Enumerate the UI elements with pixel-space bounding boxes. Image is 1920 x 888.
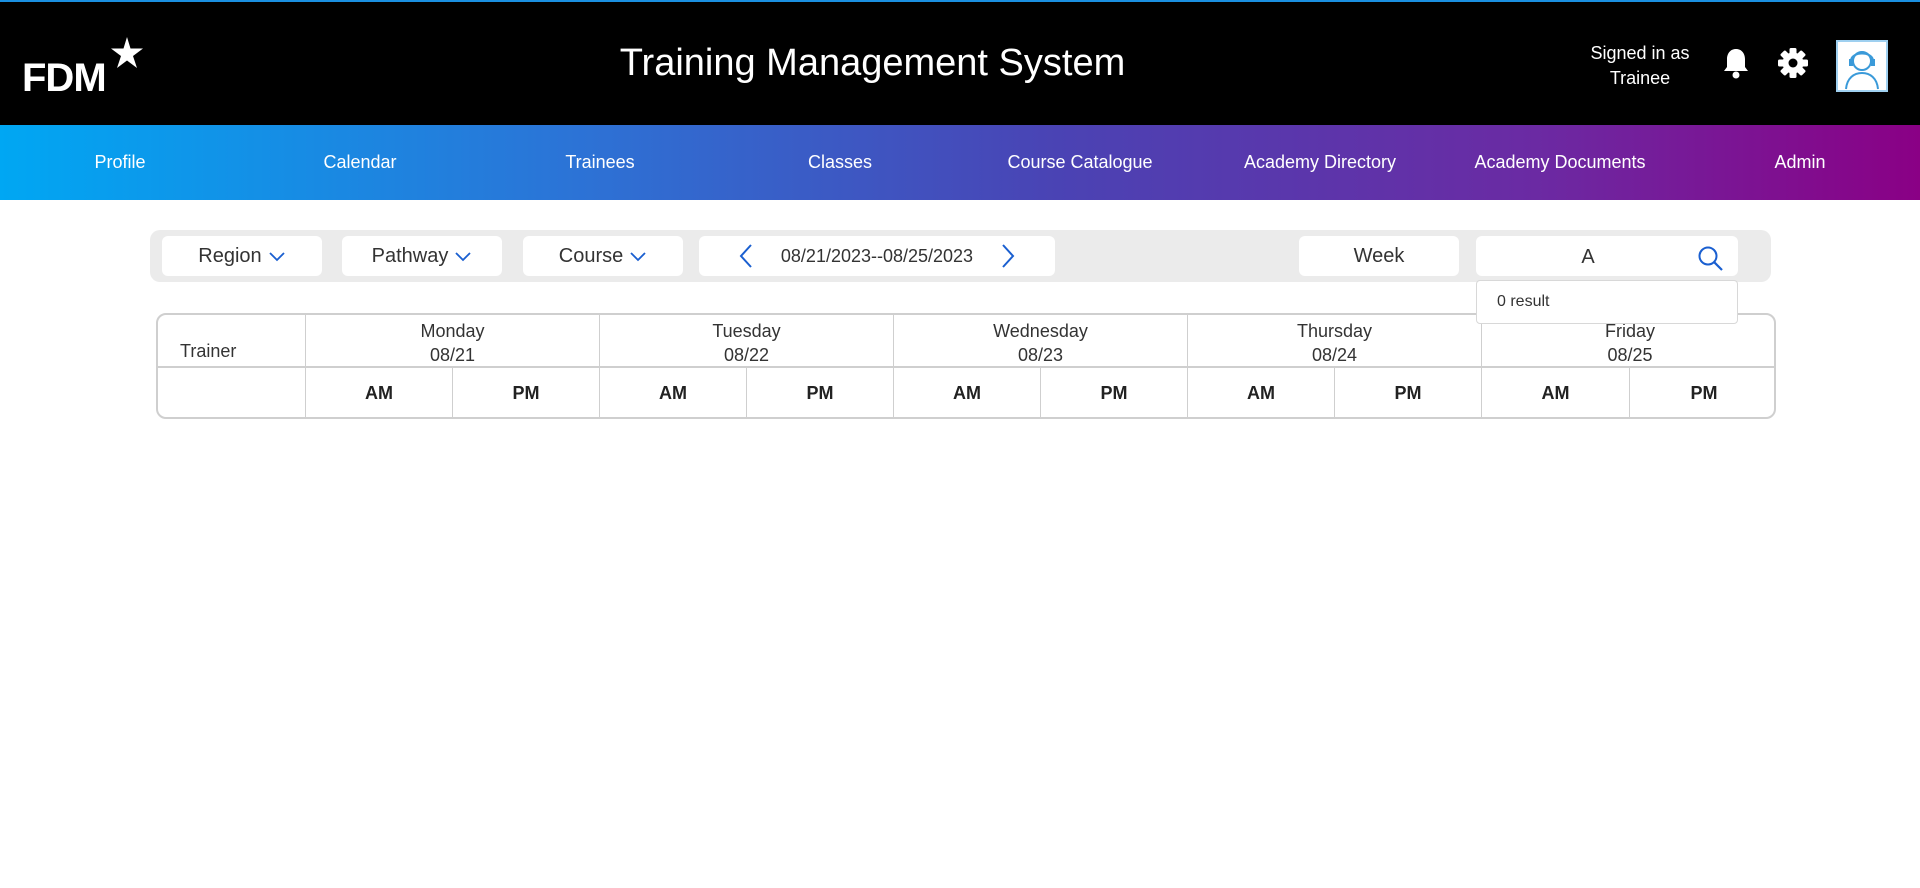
day-name: Monday: [420, 321, 485, 341]
day-date: 08/23: [1017, 345, 1064, 365]
date-range-picker: 08/21/2023--08/25/2023: [699, 236, 1055, 276]
day-date: 08/24: [1311, 345, 1358, 365]
day-name: Wednesday: [993, 321, 1088, 341]
nav-item-profile[interactable]: Profile: [0, 125, 240, 200]
chevron-down-icon: [630, 252, 646, 262]
top-header: FDM Training Management System Signed in…: [0, 0, 1920, 125]
nav-item-academy-directory[interactable]: Academy Directory: [1200, 125, 1440, 200]
trainer-header-cell: Trainer: [158, 315, 305, 366]
nav-item-classes[interactable]: Classes: [720, 125, 960, 200]
day-date: 08/25: [1607, 345, 1653, 365]
day-date: 08/22: [723, 345, 770, 365]
chevron-right-icon[interactable]: [997, 241, 1019, 271]
pathway-dropdown[interactable]: Pathway: [342, 236, 502, 276]
chevron-down-icon: [455, 252, 471, 262]
signed-in-label: Signed in as: [1590, 43, 1690, 63]
chevron-left-icon[interactable]: [735, 241, 757, 271]
chevron-down-icon: [269, 252, 285, 262]
monday-am: AM: [305, 368, 452, 417]
view-mode-button[interactable]: Week: [1299, 236, 1459, 276]
schedule-table: Trainer Monday 08/21 Tuesday 08/22 Wedne…: [156, 313, 1776, 419]
avatar[interactable]: [1836, 40, 1888, 92]
day-header-tuesday: Tuesday 08/22: [599, 315, 893, 366]
day-header-wednesday: Wednesday 08/23: [893, 315, 1187, 366]
signed-in-status: Signed in as Trainee: [1575, 41, 1705, 91]
search-icon[interactable]: [1696, 244, 1724, 272]
user-avatar-icon: [1845, 51, 1879, 90]
nav-item-trainees[interactable]: Trainees: [480, 125, 720, 200]
view-mode-label: Week: [1353, 244, 1405, 267]
day-name: Thursday: [1296, 321, 1373, 341]
filter-bar: Region Pathway Course 08/21/2023--08/25/…: [150, 230, 1771, 282]
day-date: 08/21: [429, 345, 476, 365]
region-label: Region: [198, 244, 262, 267]
nav-item-course-catalogue[interactable]: Course Catalogue: [960, 125, 1200, 200]
main-nav: Profile Calendar Trainees Classes Course…: [0, 125, 1920, 200]
nav-item-academy-documents[interactable]: Academy Documents: [1440, 125, 1680, 200]
trainer-empty-cell: [158, 368, 305, 417]
trainer-header: Trainer: [180, 341, 237, 361]
region-dropdown[interactable]: Region: [162, 236, 322, 276]
tuesday-pm: PM: [746, 368, 893, 417]
date-range-label: 08/21/2023--08/25/2023: [780, 245, 974, 266]
nav-item-admin[interactable]: Admin: [1680, 125, 1920, 200]
thursday-am: AM: [1187, 368, 1334, 417]
pathway-label: Pathway: [371, 244, 449, 267]
search-results-dropdown: 0 result: [1476, 280, 1738, 324]
course-dropdown[interactable]: Course: [523, 236, 683, 276]
day-header-monday: Monday 08/21: [305, 315, 599, 366]
monday-pm: PM: [452, 368, 599, 417]
wednesday-pm: PM: [1040, 368, 1187, 417]
thursday-pm: PM: [1334, 368, 1481, 417]
bell-icon[interactable]: [1720, 46, 1752, 80]
friday-am: AM: [1481, 368, 1629, 417]
search-input[interactable]: [1486, 242, 1690, 272]
gear-icon[interactable]: [1777, 46, 1809, 80]
schedule-period-row: AM PM AM PM AM PM AM PM AM PM: [158, 368, 1774, 417]
nav-item-calendar[interactable]: Calendar: [240, 125, 480, 200]
signed-in-role: Trainee: [1609, 68, 1671, 88]
page-title: Training Management System: [619, 42, 1126, 84]
day-header-thursday: Thursday 08/24: [1187, 315, 1481, 366]
search-box: [1476, 236, 1738, 276]
tuesday-am: AM: [599, 368, 746, 417]
wednesday-am: AM: [893, 368, 1040, 417]
search-result-count: 0 result: [1497, 293, 1550, 310]
friday-pm: PM: [1629, 368, 1774, 417]
course-label: Course: [558, 244, 624, 267]
day-name: Tuesday: [712, 321, 781, 341]
